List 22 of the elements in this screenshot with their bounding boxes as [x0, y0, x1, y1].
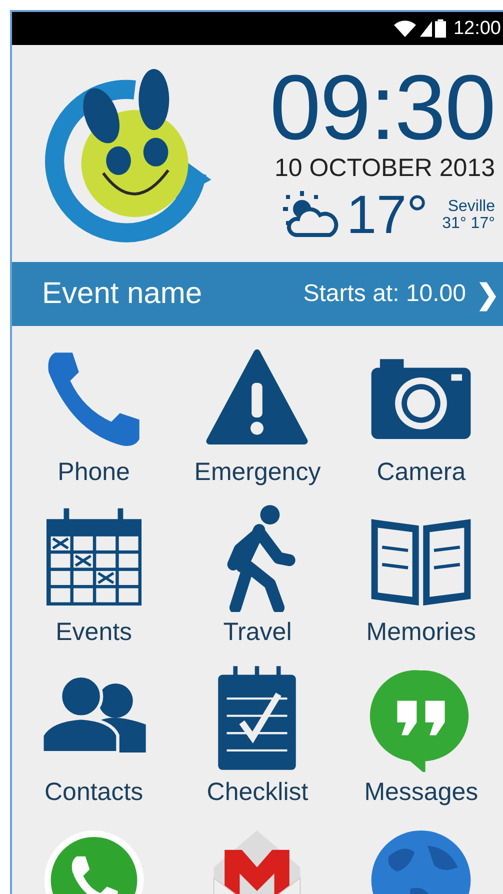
app-button[interactable]: Camera: [339, 344, 503, 504]
event-bar[interactable]: Event name Starts at: 10.00 ❯: [12, 262, 503, 326]
app-button[interactable]: Checklist: [176, 664, 340, 824]
chevron-icon: ❯: [476, 278, 499, 310]
battery-icon: [435, 19, 446, 38]
event-start-time: Starts at: 10.00: [303, 280, 466, 308]
app-button[interactable]: Emergency: [176, 344, 340, 504]
city-name: Seville: [448, 198, 495, 215]
signal-icon: [420, 20, 432, 38]
app-button[interactable]: Messages: [339, 664, 503, 824]
status-time: 12:00: [453, 18, 501, 40]
app-button[interactable]: Memories: [339, 504, 503, 664]
clock-date: 10 OCTOBER 2013: [274, 154, 495, 183]
app-button[interactable]: Travel: [176, 504, 340, 664]
app-button[interactable]: Contacts: [12, 664, 176, 824]
temperature: 17°: [346, 187, 428, 243]
wifi-icon: [393, 20, 418, 38]
temperature-range: 31° 17°: [442, 215, 495, 232]
event-name: Event name: [42, 277, 204, 311]
clock-time: 09:30: [270, 64, 495, 152]
app-button[interactable]: Events: [12, 504, 176, 664]
app-button[interactable]: Phone: [12, 344, 176, 504]
